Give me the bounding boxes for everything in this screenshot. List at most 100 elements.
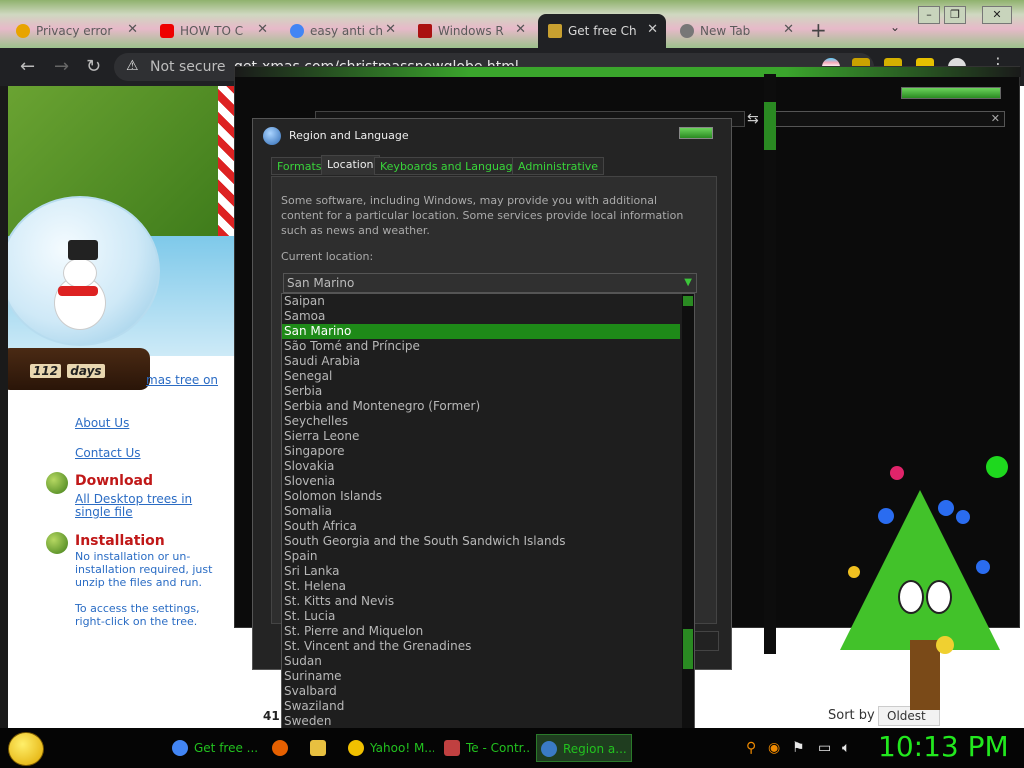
help-icon[interactable]: ◉ [768,740,780,756]
location-option[interactable]: Suriname [282,669,694,684]
close-tab-icon[interactable]: ✕ [257,22,268,37]
search-icon[interactable]: ⚲ [746,740,756,756]
volume-icon[interactable]: 🔈︎ [842,740,850,756]
location-option[interactable]: St. Pierre and Miquelon [282,624,694,639]
back-arrow-icon[interactable]: ← [20,56,35,77]
folder-icon [310,740,326,756]
close-icon[interactable]: ✕ [991,112,1000,125]
gadget-control-button[interactable] [901,87,1001,99]
christmas-tree-link[interactable]: mas tree on [146,373,218,387]
close-tab-icon[interactable]: ✕ [385,22,396,37]
ornament-icon [46,472,68,494]
twinkle-light [986,456,1008,478]
minimize-button[interactable]: – [918,6,940,24]
about-us-link[interactable]: About Us [75,416,129,430]
tab-search-chevron-icon[interactable]: ⌄ [890,20,900,34]
yahoo-messenger-icon [348,740,364,756]
location-option[interactable]: St. Kitts and Nevis [282,594,694,609]
dropdown-arrow-icon[interactable]: ▼ [684,274,692,292]
location-option[interactable]: Serbia and Montenegro (Former) [282,399,694,414]
location-option[interactable]: Saudi Arabia [282,354,694,369]
location-description: Some software, including Windows, may pr… [281,194,684,237]
forward-arrow-icon[interactable]: → [54,56,69,77]
location-option[interactable]: South Georgia and the South Sandwich Isl… [282,534,694,549]
taskbar-control-panel[interactable]: Te - Contr... [440,734,530,762]
action-center-flag-icon[interactable]: ⚑ [792,740,805,756]
countdown-number: 112 [30,364,62,378]
tab-location[interactable]: Location [321,155,380,175]
tab-new-tab[interactable]: New Tab ✕ [670,14,802,48]
location-option[interactable]: Samoa [282,309,694,324]
dialog-close-button[interactable] [679,127,713,139]
location-option[interactable]: Seychelles [282,414,694,429]
tab-formats[interactable]: Formats [271,157,328,175]
location-option-selected[interactable]: San Marino [282,324,680,339]
taskbar: Get free ... Yahoo! M... Te - Contr... R… [0,728,1024,768]
contact-us-link[interactable]: Contact Us [75,446,141,460]
close-window-button[interactable]: ✕ [982,6,1012,24]
tab-label: Privacy error [36,24,113,38]
taskbar-yahoo-messenger[interactable]: Yahoo! M... [344,734,434,762]
location-option[interactable]: Slovenia [282,474,694,489]
scroll-up-button[interactable] [683,296,693,306]
location-options: Saipan Samoa San Marino São Tomé and Prínci… [282,294,694,744]
system-clock[interactable]: 10:13 PM [878,730,1009,763]
tab-administrative[interactable]: Administrative [512,157,605,175]
close-tab-icon[interactable]: ✕ [515,22,526,37]
gadget-scrollbar-thumb[interactable] [764,102,776,150]
sort-label: Sort by [828,708,875,723]
close-tab-icon[interactable]: ✕ [783,22,794,37]
taskbar-folder[interactable] [306,734,334,762]
maximize-button[interactable]: ❐ [944,6,966,24]
security-indicator[interactable]: Not secure [150,59,226,75]
location-option[interactable]: Singapore [282,444,694,459]
tab-wikihow[interactable]: Windows R ✕ [408,14,534,48]
tab-privacy-error[interactable]: Privacy error ✕ [6,14,146,48]
location-option[interactable]: Svalbard [282,684,694,699]
tab-keyboards-languages[interactable]: Keyboards and Languages [374,157,532,175]
tab-get-free-christmas[interactable]: Get free Ch ✕ [538,14,666,48]
refresh-arrows-icon[interactable]: ⇆ [747,111,759,127]
twinkle-light [956,510,970,524]
close-tab-icon[interactable]: ✕ [647,22,658,37]
taskbar-chrome[interactable]: Get free ... [168,734,258,762]
snowman-scarf [58,286,98,296]
close-tab-icon[interactable]: ✕ [127,22,138,37]
location-option[interactable]: Serbia [282,384,694,399]
location-option[interactable]: Senegal [282,369,694,384]
dropdown-scrollbar[interactable] [682,294,694,744]
location-option[interactable]: Solomon Islands [282,489,694,504]
warning-triangle-icon: ⚠ [126,58,139,74]
location-option[interactable]: Swaziland [282,699,694,714]
location-option[interactable]: Slovakia [282,459,694,474]
scrollbar-thumb[interactable] [683,629,693,669]
tab-youtube[interactable]: HOW TO C ✕ [150,14,276,48]
gadget-scrollbar[interactable] [764,74,776,654]
tree-trunk [910,640,940,710]
current-location-select[interactable]: San Marino ▼ [283,273,697,293]
location-option[interactable]: St. Vincent and the Grenadines [282,639,694,654]
taskbar-region-language[interactable]: Region a... [536,734,632,762]
location-option[interactable]: South Africa [282,519,694,534]
location-option[interactable]: Somalia [282,504,694,519]
location-option[interactable]: Spain [282,549,694,564]
location-option[interactable]: Sierra Leone [282,429,694,444]
gadget-search-field[interactable]: ✕ [769,111,1005,127]
network-icon[interactable]: ▭ [818,740,831,756]
location-option[interactable]: Saipan [282,294,694,309]
download-link[interactable]: All Desktop trees in single file [75,493,225,519]
location-option[interactable]: St. Helena [282,579,694,594]
browser-tab-strip: Privacy error ✕ HOW TO C ✕ easy anti ch … [0,0,1024,48]
reload-icon[interactable]: ↻ [86,56,101,77]
tab-google-search[interactable]: easy anti ch ✕ [280,14,404,48]
location-option[interactable]: Sweden [282,714,694,729]
location-option[interactable]: São Tomé and Príncipe [282,339,694,354]
start-button-smiley-icon[interactable] [8,732,44,766]
task-label: Yahoo! M... [370,741,434,755]
location-option[interactable]: Sri Lanka [282,564,694,579]
chrome-icon [172,740,188,756]
taskbar-firefox[interactable] [268,734,296,762]
new-tab-button[interactable]: + [810,18,827,42]
location-option[interactable]: Sudan [282,654,694,669]
location-option[interactable]: St. Lucia [282,609,694,624]
